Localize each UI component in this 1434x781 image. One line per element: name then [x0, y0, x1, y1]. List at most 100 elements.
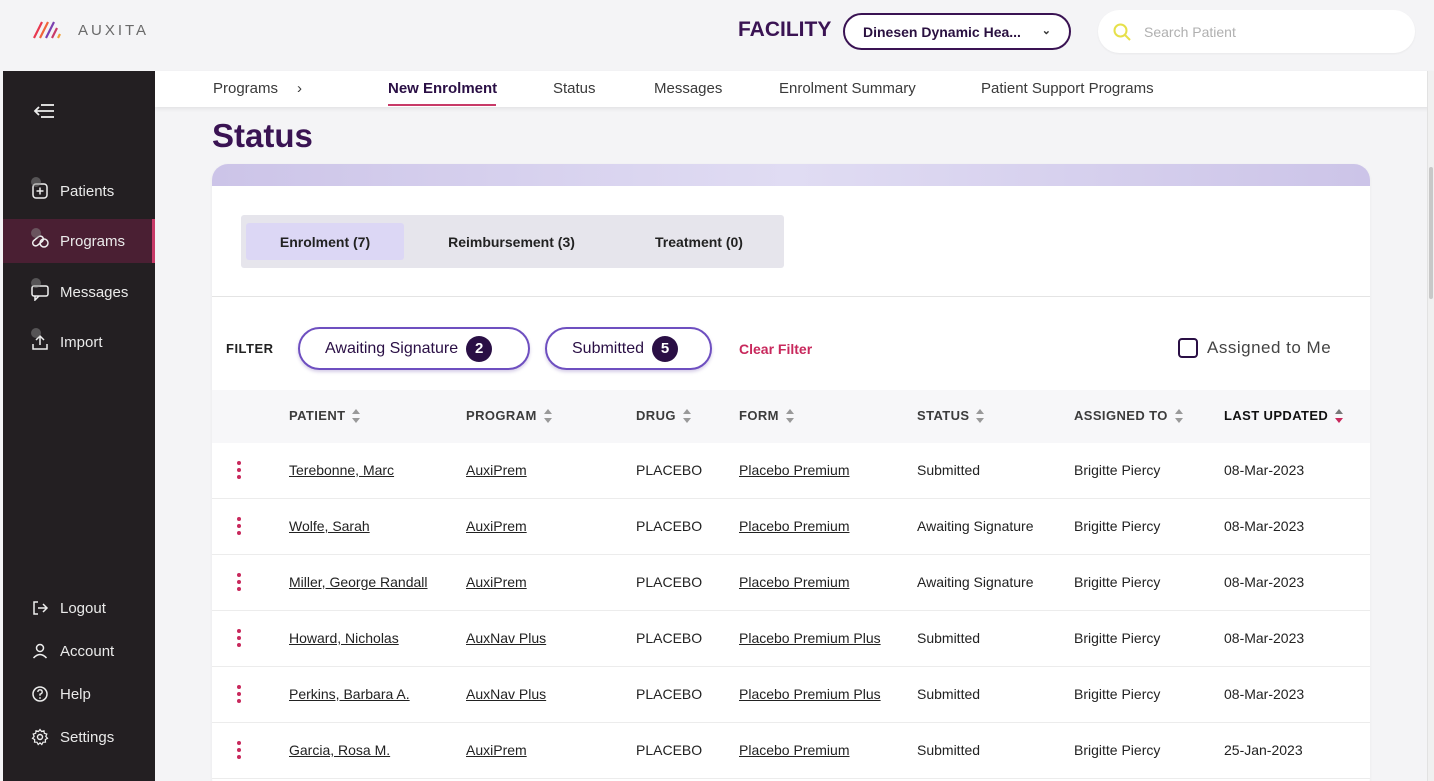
program-link[interactable]: AuxiPrem	[466, 462, 527, 478]
program-link[interactable]: AuxNav Plus	[466, 686, 546, 702]
patient-link[interactable]: Terebonne, Marc	[289, 462, 394, 478]
indicator-dot	[31, 328, 41, 338]
column-header-assigned-to[interactable]: ASSIGNED TO	[1074, 408, 1184, 423]
form-link[interactable]: Placebo Premium Plus	[739, 686, 881, 702]
subnav-messages[interactable]: Messages	[654, 80, 722, 97]
search-input[interactable]	[1144, 23, 1394, 40]
patient-link[interactable]: Miller, George Randall	[289, 574, 428, 590]
status-cell: Submitted	[917, 630, 981, 646]
form-link[interactable]: Placebo Premium	[739, 462, 850, 478]
patient-link[interactable]: Perkins, Barbara A.	[289, 686, 410, 702]
sidebar-item-patients[interactable]: Patients	[3, 169, 155, 213]
subnav-programs[interactable]: Programs	[213, 80, 278, 97]
status-cell: Submitted	[917, 742, 981, 758]
sub-navigation: Programs › New Enrolment Status Messages…	[155, 71, 1434, 107]
table-row[interactable]: Terebonne, Marc AuxiPrem PLACEBO Placebo…	[212, 443, 1370, 499]
assigned-to-me-toggle[interactable]: Assigned to Me	[1178, 338, 1331, 358]
column-header-form[interactable]: FORM	[739, 408, 795, 423]
gear-icon	[29, 726, 51, 748]
program-link[interactable]: AuxiPrem	[466, 518, 527, 534]
sidebar-item-import[interactable]: Import	[3, 320, 155, 364]
facility-label: FACILITY	[738, 18, 832, 41]
clear-filter-link[interactable]: Clear Filter	[739, 341, 812, 357]
page-title: Status	[212, 117, 313, 154]
subnav-status[interactable]: Status	[553, 80, 596, 97]
help-icon	[29, 683, 51, 705]
main-content: Programs › New Enrolment Status Messages…	[155, 71, 1434, 781]
filter-chip-submitted[interactable]: Submitted 5	[545, 327, 712, 370]
status-cell: Awaiting Signature	[917, 574, 1034, 590]
program-link[interactable]: AuxiPrem	[466, 742, 527, 758]
sort-icon	[976, 408, 985, 423]
sort-icon	[682, 408, 692, 423]
patient-link[interactable]: Howard, Nicholas	[289, 630, 399, 646]
last-updated-cell: 08-Mar-2023	[1224, 518, 1305, 534]
column-label: PATIENT	[289, 408, 346, 423]
column-label: LAST UPDATED	[1224, 408, 1329, 423]
sidebar-item-account[interactable]: Account	[3, 629, 155, 673]
more-actions-icon[interactable]	[236, 741, 242, 761]
table-row[interactable]: Miller, George Randall AuxiPrem PLACEBO …	[212, 555, 1370, 611]
last-updated-cell: 08-Mar-2023	[1224, 574, 1305, 590]
sidebar-item-logout[interactable]: Logout	[3, 586, 155, 630]
column-header-status[interactable]: STATUS	[917, 408, 985, 423]
subnav-enrolment-summary[interactable]: Enrolment Summary	[779, 80, 916, 97]
table-row[interactable]: Howard, Nicholas AuxNav Plus PLACEBO Pla…	[212, 611, 1370, 667]
assigned-to-me-checkbox[interactable]	[1178, 338, 1198, 358]
scrollbar-thumb[interactable]	[1429, 167, 1433, 299]
table-row[interactable]: Perkins, Barbara A. AuxNav Plus PLACEBO …	[212, 667, 1370, 723]
program-link[interactable]: AuxiPrem	[466, 574, 527, 590]
patient-link[interactable]: Wolfe, Sarah	[289, 518, 370, 534]
assigned-to-cell: Brigitte Piercy	[1074, 574, 1161, 590]
indicator-dot	[31, 278, 41, 288]
vertical-scrollbar[interactable]	[1427, 71, 1434, 781]
sidebar-item-help[interactable]: Help	[3, 672, 155, 716]
sidebar-item-settings[interactable]: Settings	[3, 715, 155, 759]
tab-group: Enrolment (7) Reimbursement (3) Treatmen…	[241, 215, 784, 268]
sidebar-item-messages[interactable]: Messages	[3, 270, 155, 314]
logo[interactable]: AUXITA	[30, 18, 149, 42]
more-actions-icon[interactable]	[236, 517, 242, 537]
filter-chip-awaiting-signature[interactable]: Awaiting Signature 2	[298, 327, 530, 370]
more-actions-icon[interactable]	[236, 573, 242, 593]
form-link[interactable]: Placebo Premium	[739, 574, 850, 590]
top-bar: AUXITA FACILITY Dinesen Dynamic Hea... ⌄	[0, 0, 1434, 71]
subnav-new-enrolment[interactable]: New Enrolment	[388, 80, 497, 97]
status-card: Enrolment (7) Reimbursement (3) Treatmen…	[212, 164, 1370, 781]
more-actions-icon[interactable]	[236, 461, 242, 481]
sidebar-item-programs[interactable]: Programs	[3, 219, 155, 263]
sidebar-item-label: Help	[60, 685, 91, 703]
form-link[interactable]: Placebo Premium	[739, 518, 850, 534]
drug-cell: PLACEBO	[636, 686, 703, 702]
column-header-drug[interactable]: DRUG	[636, 408, 692, 423]
column-header-last-updated[interactable]: LAST UPDATED	[1224, 408, 1344, 423]
search-bar[interactable]	[1098, 10, 1415, 53]
sidebar-item-label: Logout	[60, 599, 106, 617]
active-tab-underline	[388, 104, 496, 106]
column-label: PROGRAM	[466, 408, 537, 423]
column-header-program[interactable]: PROGRAM	[466, 408, 553, 423]
table-row[interactable]: Garcia, Rosa M. AuxiPrem PLACEBO Placebo…	[212, 723, 1370, 779]
tab-treatment[interactable]: Treatment (0)	[616, 223, 782, 260]
more-actions-icon[interactable]	[236, 629, 242, 649]
program-link[interactable]: AuxNav Plus	[466, 630, 546, 646]
sort-icon	[785, 408, 795, 423]
table-row[interactable]: Wolfe, Sarah AuxiPrem PLACEBO Placebo Pr…	[212, 499, 1370, 555]
patient-link[interactable]: Garcia, Rosa M.	[289, 742, 390, 758]
column-label: FORM	[739, 408, 779, 423]
form-link[interactable]: Placebo Premium	[739, 742, 850, 758]
tab-reimbursement[interactable]: Reimbursement (3)	[413, 223, 610, 260]
form-link[interactable]: Placebo Premium Plus	[739, 630, 881, 646]
divider	[212, 296, 1370, 297]
column-header-patient[interactable]: PATIENT	[289, 408, 361, 423]
more-actions-icon[interactable]	[236, 685, 242, 705]
brand-name: AUXITA	[78, 21, 150, 39]
sidebar-item-label: Account	[60, 642, 115, 660]
facility-select[interactable]: Dinesen Dynamic Hea... ⌄	[843, 13, 1071, 50]
collapse-menu-icon[interactable]	[30, 99, 60, 123]
tab-enrolment[interactable]: Enrolment (7)	[246, 223, 404, 260]
subnav-patient-support-programs[interactable]: Patient Support Programs	[981, 80, 1154, 97]
last-updated-cell: 08-Mar-2023	[1224, 462, 1305, 478]
column-label: STATUS	[917, 408, 970, 423]
chevron-right-icon: ›	[297, 80, 302, 97]
